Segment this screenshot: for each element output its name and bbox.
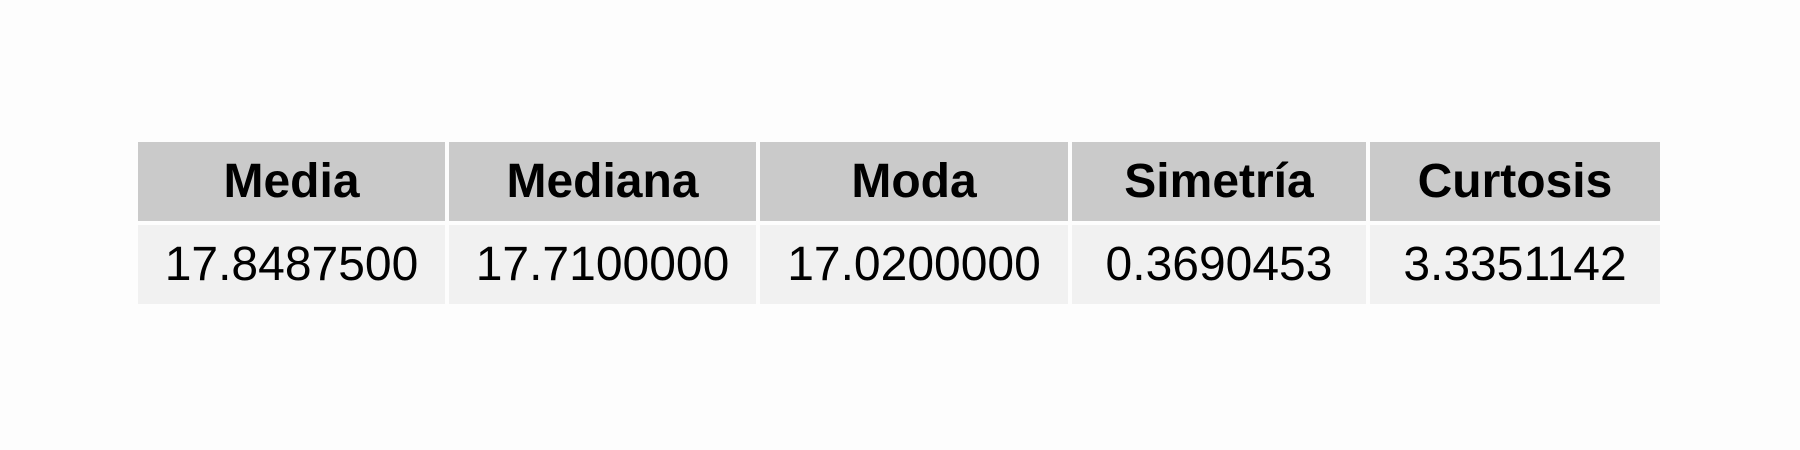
cell-curtosis-value: 3.3351142 [1370, 225, 1660, 304]
table-header-row: Media Mediana Moda Simetría Curtosis [138, 142, 1660, 221]
table-row: 17.8487500 17.7100000 17.0200000 0.36904… [138, 225, 1660, 304]
column-header-media: Media [138, 142, 445, 221]
cell-mediana-value: 17.7100000 [449, 225, 756, 304]
column-header-mediana: Mediana [449, 142, 756, 221]
column-header-curtosis: Curtosis [1370, 142, 1660, 221]
cell-media-value: 17.8487500 [138, 225, 445, 304]
cell-moda-value: 17.0200000 [760, 225, 1068, 304]
column-header-moda: Moda [760, 142, 1068, 221]
statistics-table: Media Mediana Moda Simetría Curtosis 17.… [134, 138, 1664, 308]
column-header-simetria: Simetría [1072, 142, 1366, 221]
cell-simetria-value: 0.3690453 [1072, 225, 1366, 304]
